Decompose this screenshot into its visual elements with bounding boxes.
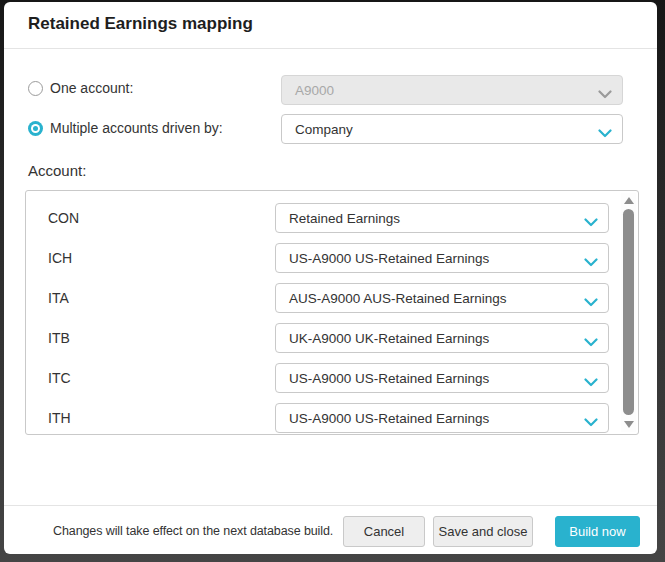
- account-select-itb[interactable]: UK-A9000 UK-Retained Earnings: [275, 323, 609, 353]
- cancel-button[interactable]: Cancel: [343, 516, 425, 547]
- account-section-label: Account:: [28, 162, 86, 179]
- mapping-row-ich: ICH US-A9000 US-Retained Earnings: [26, 243, 638, 273]
- footer-divider: [4, 505, 657, 506]
- chevron-down-icon: [584, 375, 598, 390]
- one-account-select-value: A9000: [295, 83, 334, 98]
- account-select-value: US-A9000 US-Retained Earnings: [289, 371, 489, 386]
- chevron-down-icon: [584, 255, 598, 270]
- vertical-scrollbar[interactable]: [621, 193, 636, 432]
- multiple-accounts-label: Multiple accounts driven by:: [50, 120, 223, 136]
- retained-earnings-mapping-dialog: Retained Earnings mapping One account: A…: [4, 2, 657, 554]
- account-select-ita[interactable]: AUS-A9000 AUS-Retained Earnings: [275, 283, 609, 313]
- mapping-row-ith: ITH US-A9000 US-Retained Earnings: [26, 403, 638, 433]
- entity-code: ICH: [48, 243, 72, 273]
- account-select-con[interactable]: Retained Earnings: [275, 203, 609, 233]
- chevron-down-icon: [584, 295, 598, 310]
- entity-code: ITC: [48, 363, 71, 393]
- chevron-down-icon: [584, 215, 598, 230]
- save-and-close-button[interactable]: Save and close: [433, 516, 533, 547]
- one-account-option[interactable]: One account:: [28, 80, 133, 96]
- account-mapping-panel: CON Retained Earnings ICH US-A9000 US-Retai…: [25, 190, 639, 435]
- multiple-accounts-radio[interactable]: [28, 121, 43, 136]
- account-select-ith[interactable]: US-A9000 US-Retained Earnings: [275, 403, 609, 433]
- mapping-row-ita: ITA AUS-A9000 AUS-Retained Earnings: [26, 283, 638, 313]
- entity-code: ITA: [48, 283, 69, 313]
- account-select-ich[interactable]: US-A9000 US-Retained Earnings: [275, 243, 609, 273]
- one-account-label: One account:: [50, 80, 133, 96]
- account-select-value: US-A9000 US-Retained Earnings: [289, 411, 489, 426]
- scrollbar-thumb[interactable]: [623, 209, 634, 415]
- entity-code: ITB: [48, 323, 70, 353]
- build-now-button[interactable]: Build now: [555, 516, 640, 547]
- mapping-row-itb: ITB UK-A9000 UK-Retained Earnings: [26, 323, 638, 353]
- scroll-up-arrow-icon[interactable]: [624, 197, 634, 204]
- footer-note: Changes will take effect on the next dat…: [53, 516, 333, 547]
- one-account-select: A9000: [281, 75, 623, 105]
- driver-select[interactable]: Company: [281, 114, 623, 144]
- chevron-down-icon: [598, 126, 612, 141]
- scroll-down-arrow-icon[interactable]: [624, 421, 634, 428]
- dialog-title: Retained Earnings mapping: [28, 14, 253, 34]
- multiple-accounts-option[interactable]: Multiple accounts driven by:: [28, 120, 223, 136]
- account-select-value: UK-A9000 UK-Retained Earnings: [289, 331, 489, 346]
- chevron-down-icon: [598, 87, 612, 102]
- account-select-value: US-A9000 US-Retained Earnings: [289, 251, 489, 266]
- account-select-value: Retained Earnings: [289, 211, 400, 226]
- mapping-row-itc: ITC US-A9000 US-Retained Earnings: [26, 363, 638, 393]
- chevron-down-icon: [584, 415, 598, 430]
- header-divider: [4, 48, 657, 49]
- account-select-value: AUS-A9000 AUS-Retained Earnings: [289, 291, 507, 306]
- mapping-row-con: CON Retained Earnings: [26, 203, 638, 233]
- one-account-radio[interactable]: [28, 81, 43, 96]
- entity-code: CON: [48, 203, 79, 233]
- account-select-itc[interactable]: US-A9000 US-Retained Earnings: [275, 363, 609, 393]
- driver-select-value: Company: [295, 122, 353, 137]
- entity-code: ITH: [48, 403, 71, 433]
- chevron-down-icon: [584, 335, 598, 350]
